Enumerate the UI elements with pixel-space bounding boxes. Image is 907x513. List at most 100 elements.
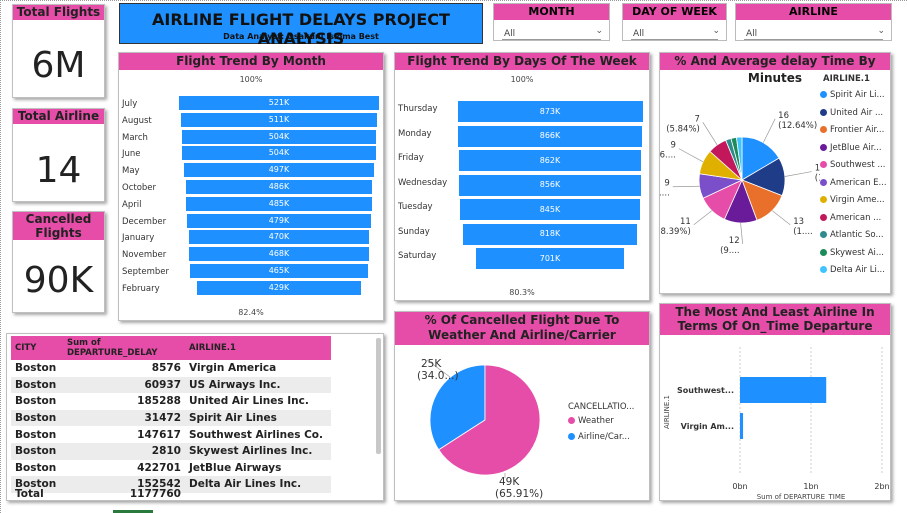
cell-delay: 31472 xyxy=(63,409,185,427)
legend-item: Atlantic So... xyxy=(820,230,884,240)
kpi-total-flights-label: Total Flights xyxy=(13,5,104,20)
chevron-down-icon[interactable]: ⌄ xyxy=(877,26,885,36)
category-label: April xyxy=(122,199,142,210)
legend-label: Weather xyxy=(578,416,614,426)
cell-delay: 147617 xyxy=(137,428,181,441)
cell-delay: 2810 xyxy=(63,442,185,460)
cell-airline: Virgin America xyxy=(189,362,277,375)
legend-item: Frontier Air... xyxy=(820,125,884,135)
kpi-total-airline-value: 14 xyxy=(35,150,82,191)
category-label: October xyxy=(122,183,157,193)
legend-label: Southwest ... xyxy=(830,160,886,170)
x-axis-label: Sum of DEPARTURE_TIME xyxy=(757,493,846,501)
kpi-total-airline: Total Airline 14 xyxy=(12,108,105,202)
bar-value-label: 468K xyxy=(268,249,290,259)
legend-swatch xyxy=(820,143,827,151)
table-total-row: Total 1177760 xyxy=(11,486,331,501)
table-row: Boston 60937 US Airways Inc. xyxy=(11,376,331,394)
table-row: Boston 31472 Spirit Air Lines xyxy=(11,409,331,427)
pie-data-pct: (65.91%) xyxy=(495,488,543,500)
kpi-total-airline-label: Total Airline xyxy=(13,109,104,124)
cancel-pie-panel: % Of Cancelled Flight Due To Weather And… xyxy=(394,311,650,501)
label-leader xyxy=(771,210,791,226)
delay-legend-title: AIRLINE.1 xyxy=(823,74,870,84)
cell-city: Boston xyxy=(15,461,57,474)
pie-data-value: 49K xyxy=(499,476,520,488)
legend-swatch xyxy=(820,213,827,221)
month-chart-panel: Flight Trend By Month 100% July 521K Augus… xyxy=(118,52,384,321)
legend-item: Airline/Car... xyxy=(568,432,630,442)
bar-value-label: 521K xyxy=(268,98,290,107)
report-title-banner: AIRLINE FLIGHT DELAYS PROJECT ANALYSIS D… xyxy=(119,3,483,48)
legend-swatch xyxy=(568,417,575,424)
pie-data-value: 11 xyxy=(680,217,691,227)
bar-value-label: 866K xyxy=(539,131,561,140)
label-leader xyxy=(762,118,776,143)
legend-swatch xyxy=(820,178,827,186)
bar-value-label: 873K xyxy=(539,106,561,116)
bar-value-label: 818K xyxy=(539,229,561,238)
ontime-chart-title-text: The Most And Least Airline In Terms Of O… xyxy=(675,305,875,333)
label-leader xyxy=(678,148,704,163)
chevron-down-icon[interactable]: ⌄ xyxy=(595,26,603,36)
legend-swatch xyxy=(820,196,827,203)
pie-data-pct: (12.64%) xyxy=(778,121,817,131)
col-departure-delay[interactable]: Sum of DEPARTURE_DELAY xyxy=(63,336,185,360)
cell-airline: United Air Lines Inc. xyxy=(189,395,309,408)
legend-item: Southwest ... xyxy=(820,160,885,170)
cell-city: Boston xyxy=(15,428,57,441)
category-label: Friday xyxy=(398,153,424,163)
total-label: Total xyxy=(15,488,44,501)
bar-value-label: 845K xyxy=(539,204,561,214)
legend-swatch xyxy=(820,108,827,116)
bar-value-label: 862K xyxy=(539,155,561,165)
category-label: May xyxy=(122,166,140,177)
slicer-airline-value: All xyxy=(746,29,758,39)
month-bottom-pct: 82.4% xyxy=(238,308,264,317)
bar-value-label: 429K xyxy=(268,282,290,292)
legend-label: Airline/Car... xyxy=(578,432,630,442)
day-chart-panel: Flight Trend By Days Of The Week 100% Th… xyxy=(394,52,650,301)
cell-airline: US Airways Inc. xyxy=(185,376,331,394)
ontime-chart-title: The Most And Least Airline In Terms Of O… xyxy=(660,304,890,335)
slicer-day-label: DAY OF WEEK xyxy=(623,4,726,20)
col-city[interactable]: CITY xyxy=(11,336,63,360)
col-airline[interactable]: AIRLINE.1 xyxy=(185,336,331,360)
bar-value-label: 497K xyxy=(268,165,290,175)
pie-data-pct: (9.... xyxy=(720,246,740,256)
table-row: Boston 147617 Southwest Airlines Co. xyxy=(11,426,331,443)
slicer-day-of-week[interactable]: DAY OF WEEK All ⌄ xyxy=(622,3,727,41)
table-scrollbar[interactable] xyxy=(376,338,381,454)
ontime-bar xyxy=(740,377,827,403)
cell-city: Boston xyxy=(11,376,63,394)
label-leader xyxy=(702,122,718,146)
category-label: Monday xyxy=(398,128,432,139)
cell-city: Boston xyxy=(11,409,63,427)
category-label: Tuesday xyxy=(398,202,433,212)
category-label: July xyxy=(122,99,138,109)
month-chart-title: Flight Trend By Month xyxy=(119,53,383,70)
chevron-down-icon[interactable]: ⌄ xyxy=(712,26,720,36)
table-row: Boston 8576 Virgin America xyxy=(11,360,331,377)
legend-swatch xyxy=(820,266,827,273)
legend-item: JetBlue Air... xyxy=(820,143,882,153)
pie-data-value: 16 xyxy=(778,111,789,121)
legend-item: Virgin Ame... xyxy=(820,195,885,205)
delay-pie-panel: % And Average delay Time By Minutes 16 (1… xyxy=(659,52,891,294)
legend-item: Spirit Air Li... xyxy=(820,90,885,100)
pie-data-value: 9 xyxy=(664,179,669,189)
slicer-month-label: MONTH xyxy=(494,4,609,20)
bar-value-label: 701K xyxy=(539,253,561,263)
category-label: June xyxy=(122,149,141,160)
y-axis-label: AIRLINE.1 xyxy=(663,395,671,429)
category-label: Sunday xyxy=(398,226,430,237)
slicer-month[interactable]: MONTH All ⌄ xyxy=(493,3,610,41)
legend-label: United Air ... xyxy=(830,107,884,118)
city-delay-table: CITY Sum of DEPARTURE_DELAY AIRLINE.1 Bo… xyxy=(11,336,331,493)
delay-pie-title: % And Average delay Time By Minutes xyxy=(660,53,890,85)
day-chart-title: Flight Trend By Days Of The Week xyxy=(395,53,649,70)
report-subtitle: Data Analyst: Osakuni Isioma Best xyxy=(223,32,379,41)
slicer-airline[interactable]: AIRLINE All ⌄ xyxy=(735,3,892,41)
legend-label: American E... xyxy=(830,177,887,188)
cancel-pie-chart: 49K(65.91%) 25K(34.0...) xyxy=(417,358,543,500)
